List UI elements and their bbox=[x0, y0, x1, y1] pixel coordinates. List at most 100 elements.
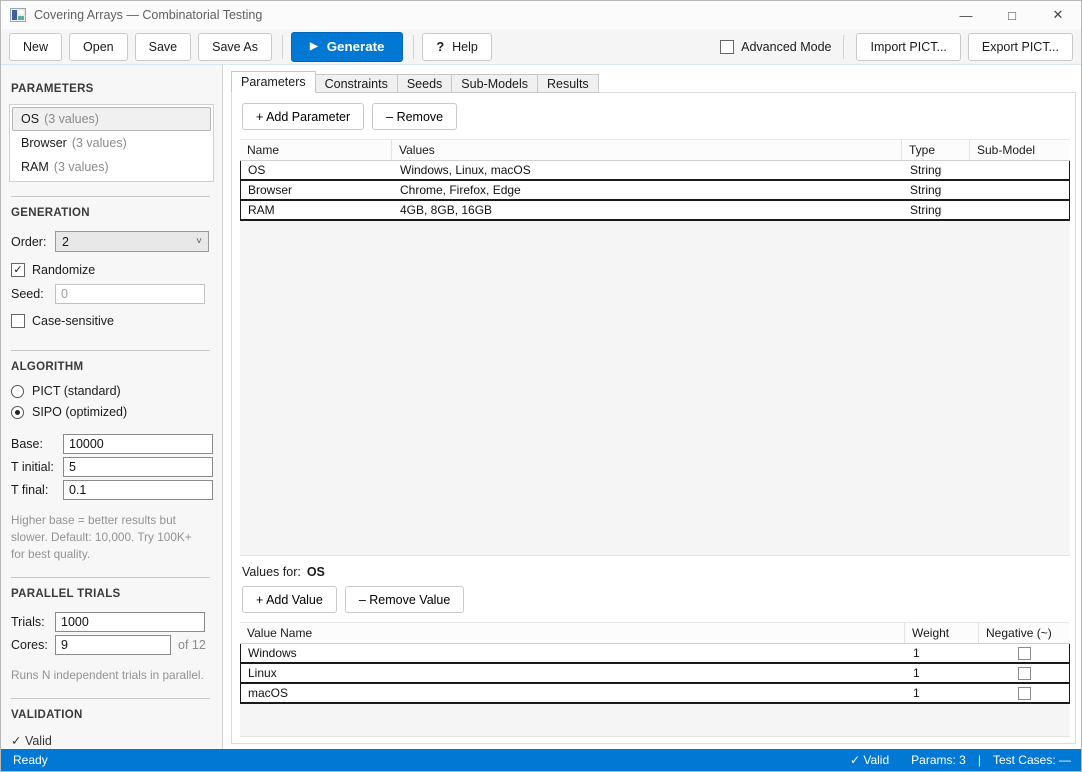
parameters-table-header: Name Values Type Sub-Model bbox=[240, 139, 1070, 161]
table-row[interactable]: RAM 4GB, 8GB, 16GB String bbox=[241, 201, 1069, 221]
advanced-mode-label[interactable]: Advanced Mode bbox=[741, 40, 831, 54]
seed-label: Seed: bbox=[11, 287, 55, 301]
table-row[interactable]: Linux 1 bbox=[241, 664, 1069, 684]
checkbox-icon[interactable] bbox=[720, 40, 734, 54]
case-sensitive-checkbox[interactable]: Case-sensitive bbox=[11, 314, 114, 328]
negative-checkbox[interactable] bbox=[1018, 687, 1031, 700]
cores-suffix: of 12 bbox=[178, 638, 206, 652]
cell-values[interactable]: Windows, Linux, macOS bbox=[393, 161, 903, 179]
sipo-radio-label[interactable]: SIPO (optimized) bbox=[32, 405, 127, 419]
cell-type[interactable]: String bbox=[903, 161, 971, 179]
t-final-input[interactable] bbox=[63, 480, 213, 500]
cell-values[interactable]: 4GB, 8GB, 16GB bbox=[393, 201, 903, 219]
validation-heading: VALIDATION bbox=[11, 709, 214, 721]
checkbox-icon[interactable] bbox=[11, 314, 25, 328]
open-button[interactable]: Open bbox=[69, 33, 128, 61]
cell-sub-model[interactable] bbox=[971, 181, 1069, 199]
order-dropdown[interactable]: 2 ˅ bbox=[55, 231, 209, 252]
export-pict-button[interactable]: Export PICT... bbox=[968, 33, 1073, 61]
window-title: Covering Arrays — Combinatorial Testing bbox=[34, 8, 262, 22]
generate-button[interactable]: ▶ Generate bbox=[291, 32, 404, 62]
cell-value-name[interactable]: Linux bbox=[241, 664, 906, 682]
values-for-param: OS bbox=[307, 565, 325, 579]
advanced-mode-checkbox[interactable]: Advanced Mode bbox=[720, 40, 831, 54]
cell-negative bbox=[980, 664, 1069, 682]
add-parameter-button[interactable]: + Add Parameter bbox=[242, 103, 364, 130]
case-sensitive-label[interactable]: Case-sensitive bbox=[32, 314, 114, 328]
cell-name[interactable]: Browser bbox=[241, 181, 393, 199]
status-bar: Ready ✓ Valid Params: 3 | Test Cases: — bbox=[1, 749, 1081, 771]
cell-type[interactable]: String bbox=[903, 201, 971, 219]
parameter-item-browser[interactable]: Browser (3 values) bbox=[12, 131, 211, 155]
parallel-trials-note: Runs N independent trials in parallel. bbox=[11, 667, 208, 684]
cell-value-name[interactable]: macOS bbox=[241, 684, 906, 702]
cores-input[interactable] bbox=[55, 635, 171, 655]
tab-sub-models[interactable]: Sub-Models bbox=[452, 74, 538, 93]
trials-input[interactable] bbox=[55, 612, 205, 632]
save-as-button[interactable]: Save As bbox=[198, 33, 272, 61]
cell-value-name[interactable]: Windows bbox=[241, 644, 906, 662]
parameter-name: Browser bbox=[21, 136, 67, 150]
cell-values[interactable]: Chrome, Firefox, Edge bbox=[393, 181, 903, 199]
seed-input[interactable] bbox=[55, 284, 205, 304]
parameters-tab-page: + Add Parameter – Remove Name Values Typ… bbox=[231, 92, 1076, 744]
column-header-negative[interactable]: Negative (~) bbox=[979, 623, 1070, 643]
toolbar-right: Advanced Mode Import PICT... Export PICT… bbox=[720, 33, 1073, 61]
cell-name[interactable]: RAM bbox=[241, 201, 393, 219]
save-button[interactable]: Save bbox=[135, 33, 192, 61]
import-pict-button[interactable]: Import PICT... bbox=[856, 33, 960, 61]
column-header-type[interactable]: Type bbox=[902, 140, 970, 160]
toolbar: New Open Save Save As ▶ Generate ? Help … bbox=[1, 29, 1081, 65]
divider bbox=[11, 698, 210, 699]
negative-checkbox[interactable] bbox=[1018, 647, 1031, 660]
column-header-name[interactable]: Name bbox=[240, 140, 392, 160]
new-button[interactable]: New bbox=[9, 33, 62, 61]
tab-constraints[interactable]: Constraints bbox=[316, 74, 398, 93]
add-value-button[interactable]: + Add Value bbox=[242, 586, 337, 613]
pict-radio-label[interactable]: PICT (standard) bbox=[32, 384, 121, 398]
main-area: Parameters Constraints Seeds Sub-Models … bbox=[231, 65, 1077, 749]
table-row[interactable]: Browser Chrome, Firefox, Edge String bbox=[241, 181, 1069, 201]
parameter-count: (3 values) bbox=[54, 160, 109, 174]
radio-selected-icon[interactable] bbox=[11, 406, 24, 419]
maximize-icon[interactable]: □ bbox=[989, 1, 1035, 29]
close-icon[interactable]: ✕ bbox=[1035, 1, 1081, 29]
parameter-item-os[interactable]: OS (3 values) bbox=[12, 107, 211, 131]
cell-name[interactable]: OS bbox=[241, 161, 393, 179]
t-initial-input[interactable] bbox=[63, 457, 213, 477]
column-header-sub-model[interactable]: Sub-Model bbox=[970, 140, 1070, 160]
column-header-value-name[interactable]: Value Name bbox=[240, 623, 905, 643]
radio-icon[interactable] bbox=[11, 385, 24, 398]
remove-parameter-button[interactable]: – Remove bbox=[372, 103, 457, 130]
help-button[interactable]: ? Help bbox=[422, 33, 491, 61]
remove-value-button[interactable]: – Remove Value bbox=[345, 586, 465, 613]
cell-weight[interactable]: 1 bbox=[906, 684, 980, 702]
tab-seeds[interactable]: Seeds bbox=[398, 74, 452, 93]
column-header-weight[interactable]: Weight bbox=[905, 623, 979, 643]
cell-weight[interactable]: 1 bbox=[906, 644, 980, 662]
values-table: Value Name Weight Negative (~) Windows 1… bbox=[240, 622, 1070, 737]
chevron-down-icon: ˅ bbox=[196, 236, 202, 247]
status-params: Params: 3 bbox=[911, 753, 966, 767]
cell-sub-model[interactable] bbox=[971, 201, 1069, 219]
cell-type[interactable]: String bbox=[903, 181, 971, 199]
base-input[interactable] bbox=[63, 434, 213, 454]
negative-checkbox[interactable] bbox=[1018, 667, 1031, 680]
sipo-radio[interactable]: SIPO (optimized) bbox=[11, 405, 214, 419]
table-row[interactable]: macOS 1 bbox=[241, 684, 1069, 704]
pict-radio[interactable]: PICT (standard) bbox=[11, 384, 214, 398]
title-bar: Covering Arrays — Combinatorial Testing … bbox=[1, 1, 1081, 29]
checkbox-checked-icon[interactable]: ✓ bbox=[11, 263, 25, 277]
cell-sub-model[interactable] bbox=[971, 161, 1069, 179]
table-row[interactable]: Windows 1 bbox=[241, 644, 1069, 664]
randomize-label[interactable]: Randomize bbox=[32, 263, 95, 277]
table-row[interactable]: OS Windows, Linux, macOS String bbox=[241, 161, 1069, 181]
minimize-icon[interactable]: — bbox=[943, 1, 989, 29]
randomize-checkbox[interactable]: ✓ Randomize bbox=[11, 263, 95, 277]
cell-weight[interactable]: 1 bbox=[906, 664, 980, 682]
tab-results[interactable]: Results bbox=[538, 74, 599, 93]
column-header-values[interactable]: Values bbox=[392, 140, 902, 160]
tab-parameters[interactable]: Parameters bbox=[231, 71, 316, 93]
sidebar: PARAMETERS OS (3 values) Browser (3 valu… bbox=[1, 65, 223, 749]
parameter-item-ram[interactable]: RAM (3 values) bbox=[12, 155, 211, 179]
